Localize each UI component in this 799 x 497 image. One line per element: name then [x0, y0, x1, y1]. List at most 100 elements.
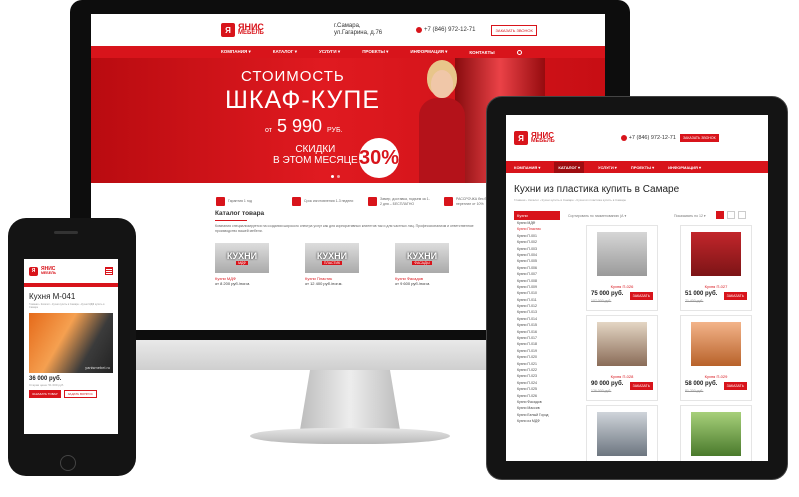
tnav-catalog[interactable]: КАТАЛОГ ▾ [554, 161, 584, 173]
tablet-nav: КОМПАНИЯ ▾ КАТАЛОГ ▾ УСЛУГИ ▾ ПРОЕКТЫ ▾ … [506, 161, 768, 173]
tile-price: от 9 600 руб./пог.м. [395, 281, 431, 286]
nav-catalog[interactable]: КАТАЛОГ ▾ [273, 49, 297, 55]
product-price: 58 000 руб. [685, 381, 718, 387]
nav-contacts[interactable]: КОНТАКТЫ [469, 50, 494, 55]
hamburger-menu-icon[interactable] [105, 267, 113, 275]
product-image[interactable] [691, 232, 741, 276]
tile-price: от 12 400 руб./пог.м. [305, 281, 343, 286]
banner-dot-2[interactable] [337, 175, 340, 178]
phone-screen: Я ЯНИС МЕБЕЛЬ Кухня М-041 Главная › Ката… [24, 259, 118, 434]
ask-question-button[interactable]: ЗАДАТЬ ВОПРОС [63, 389, 97, 398]
phone-product-price: 36 000 руб. [29, 375, 62, 382]
phone-product-image[interactable]: yanismebel.ru [29, 312, 113, 373]
product-image[interactable] [597, 412, 647, 456]
nav-services[interactable]: УСЛУГИ ▾ [319, 49, 340, 55]
product-old-price: 71 400 руб. [685, 299, 704, 303]
banner-discount-badge: 30% [359, 138, 399, 178]
order-product-button[interactable]: ЗАКАЗАТЬ ТОВАР [29, 389, 61, 398]
product-old-price: 107 000 руб. [591, 299, 612, 303]
catalog-tile-facades[interactable]: КУХНИ ФАСАДЫ Кухни Фасадов от 9 600 руб./… [395, 243, 449, 286]
product-name[interactable]: Кухня П-026 [587, 284, 657, 289]
tablet-logo[interactable]: Я ЯНИС МЕБЕЛЬ [514, 131, 555, 145]
product-image[interactable] [691, 322, 741, 366]
product-image[interactable] [597, 322, 647, 366]
banner-pagination[interactable] [331, 175, 340, 178]
phone-breadcrumb[interactable]: Главная › Каталог › Кухни купить в Самар… [24, 301, 118, 310]
tile-image: КУХНИ ФАСАДЫ [395, 243, 449, 273]
desktop-nav: КОМПАНИЯ ▾ КАТАЛОГ ▾ УСЛУГИ ▾ ПРОЕКТЫ ▾ … [91, 46, 605, 58]
product-card[interactable]: Кухня П-029 58 000 руб. 81 200 руб. ЗАКА… [680, 315, 752, 401]
tablet-callback-button[interactable]: ЗАКАЗАТЬ ЗВОНОК [679, 134, 719, 142]
image-watermark: yanismebel.ru [85, 364, 110, 370]
desktop-callback-button[interactable]: ЗАКАЗАТЬ ЗВОНОК [491, 24, 537, 36]
phone-speaker [54, 231, 78, 234]
tnav-services[interactable]: УСЛУГИ ▾ [598, 165, 617, 170]
tablet-screen: Я ЯНИС МЕБЕЛЬ +7 (846) 972-12-71 ЗАКАЗАТ… [506, 115, 768, 461]
banner-line2: ШКАФ-КУПЕ [225, 86, 381, 114]
table-view-icon[interactable] [738, 211, 746, 219]
order-button[interactable]: ЗАКАЗАТЬ [723, 382, 747, 390]
product-name[interactable]: Кухня П-028 [587, 374, 657, 379]
sidebar-title[interactable]: Кухни [514, 211, 560, 220]
banner-model-image [411, 68, 471, 183]
product-card-partial[interactable] [586, 405, 658, 461]
monitor-stand-neck [300, 370, 400, 430]
grid-view-icon[interactable] [716, 211, 724, 219]
nav-company[interactable]: КОМПАНИЯ ▾ [221, 49, 251, 55]
catalog-underline [215, 220, 247, 221]
banner-dot-1[interactable] [331, 175, 334, 178]
feature-warranty: Гарантия 1 год [216, 197, 278, 206]
product-card[interactable]: Кухня П-027 51 000 руб. 71 400 руб. ЗАКА… [680, 225, 752, 311]
product-card-partial[interactable] [680, 405, 752, 461]
per-page-select[interactable]: Показывать по 12 ▾ [674, 214, 706, 218]
clock-icon [292, 197, 301, 206]
truck-icon [368, 197, 377, 206]
tnav-company[interactable]: КОМПАНИЯ ▾ [514, 165, 540, 170]
desktop-logo[interactable]: Я ЯНИС МЕБЕЛЬ [221, 23, 264, 37]
phone-logo[interactable]: Я ЯНИС МЕБЕЛЬ [29, 266, 56, 276]
phone-product-title: Кухня М-041 [29, 292, 76, 301]
tablet-breadcrumb[interactable]: Главная › Каталог › Кухни купить в Самар… [506, 195, 768, 202]
sort-select[interactable]: Сортировать по наименованию (А ▾ [568, 214, 626, 218]
phone-icon [415, 27, 422, 33]
nav-projects[interactable]: ПРОЕКТЫ ▾ [362, 49, 388, 55]
phone-icon [620, 135, 627, 141]
catalog-tile-plastic[interactable]: КУХНИ ПЛАСТИК Кухни Пластик от 12 400 руб… [305, 243, 359, 286]
banner-discount-line2: В ЭТОМ МЕСЯЦЕ [273, 155, 358, 166]
product-old-price: 81 200 руб. [685, 389, 704, 393]
catalog-tile-mdf[interactable]: КУХНИ МДФ Кухни МДФ от 8 200 руб./пог.м. [215, 243, 269, 286]
product-name[interactable]: Кухня П-027 [681, 284, 751, 289]
list-view-icon[interactable] [727, 211, 735, 219]
order-button[interactable]: ЗАКАЗАТЬ [629, 292, 653, 300]
product-image[interactable] [597, 232, 647, 276]
banner-price-prefix: от [265, 127, 272, 134]
desktop-phone[interactable]: +7 (846) 972-12-71 [415, 27, 475, 33]
catalog-title: Каталог товара [215, 210, 265, 217]
sidebar-item[interactable]: Кухни из МДФ [514, 418, 560, 424]
tnav-info[interactable]: ИНФОРМАЦИЯ ▾ [668, 165, 701, 170]
phone-action-buttons: ЗАКАЗАТЬ ТОВАР ЗАДАТЬ ВОПРОС [24, 387, 118, 398]
product-price: 51 000 руб. [685, 291, 718, 297]
order-button[interactable]: ЗАКАЗАТЬ [629, 382, 653, 390]
product-name[interactable]: Кухня П-029 [681, 374, 751, 379]
product-card[interactable]: Кухня П-026 75 000 руб. 107 000 руб. ЗАК… [586, 225, 658, 311]
tile-image: КУХНИ ПЛАСТИК [305, 243, 359, 273]
tablet-page-title: Кухни из пластика купить в Самаре [514, 184, 680, 195]
product-price: 90 000 руб. [591, 381, 624, 387]
search-icon[interactable] [516, 49, 522, 55]
tablet-phone[interactable]: +7 (846) 972-12-71 [620, 135, 676, 141]
product-image[interactable] [691, 412, 741, 456]
product-card[interactable]: Кухня П-028 90 000 руб. 126 000 руб. ЗАК… [586, 315, 658, 401]
tile-price: от 8 200 руб./пог.м. [215, 281, 251, 286]
logo-mark-icon: Я [29, 266, 38, 276]
device-mockup-stage: Я ЯНИС МЕБЕЛЬ г.Самара, ул.Гагарина, д.7… [0, 0, 799, 497]
desktop-address: г.Самара, ул.Гагарина, д.76 [333, 23, 383, 36]
percent-icon [444, 197, 453, 206]
banner-line1: СТОИМОСТЬ [241, 68, 345, 85]
feature-production-time: Срок изготовления 1-3 недели [292, 197, 354, 206]
banner-currency: РУБ. [327, 127, 343, 134]
tnav-projects[interactable]: ПРОЕКТЫ ▾ [631, 165, 654, 170]
order-button[interactable]: ЗАКАЗАТЬ [723, 292, 747, 300]
nav-info[interactable]: ИНФОРМАЦИЯ ▾ [410, 49, 447, 55]
tile-image: КУХНИ МДФ [215, 243, 269, 273]
